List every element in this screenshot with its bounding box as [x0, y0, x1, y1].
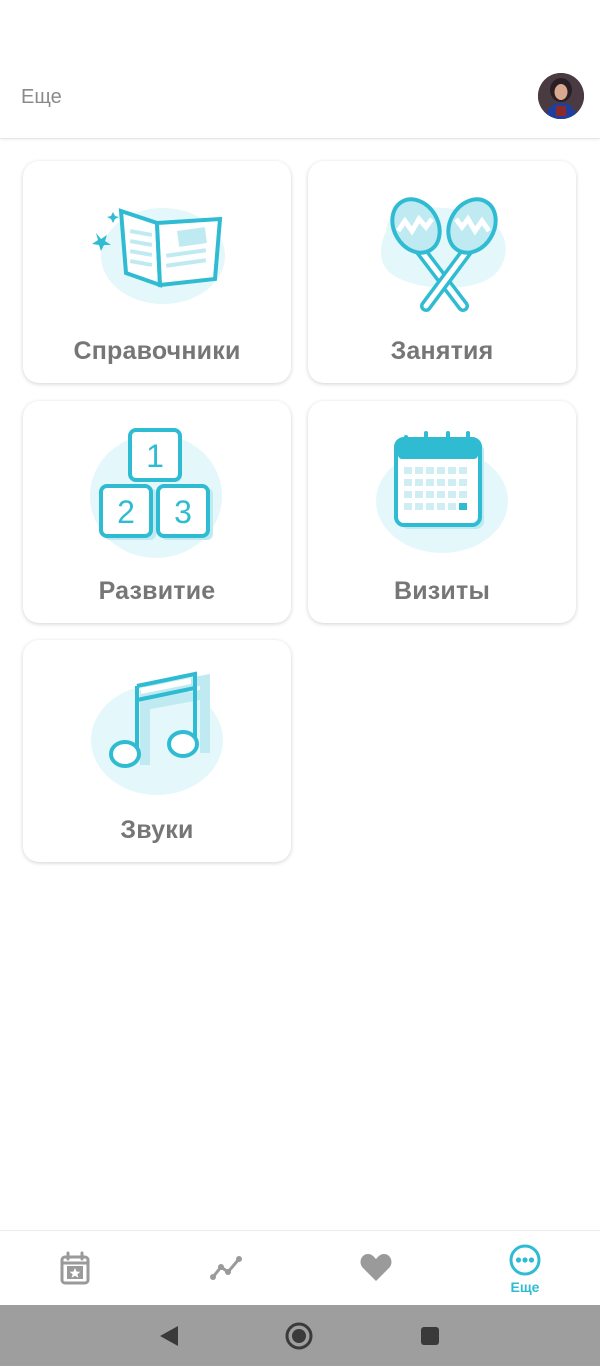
card-development[interactable]: 1 2 3 Развитие: [23, 401, 291, 623]
nav-label-more: Еще: [510, 1279, 540, 1295]
system-navigation-bar: [0, 1305, 600, 1366]
card-directories[interactable]: Справочники: [23, 161, 291, 383]
block-number-2: 2: [117, 494, 135, 530]
music-note-icon: [91, 671, 223, 795]
number-blocks-icon: 1 2 3: [90, 428, 222, 558]
nav-item-more[interactable]: Еще: [450, 1231, 600, 1306]
nav-item-calendar[interactable]: [0, 1231, 150, 1306]
top-app-bar: Еще: [0, 0, 600, 139]
card-visits[interactable]: Визиты: [308, 401, 576, 623]
nav-item-favorites[interactable]: [300, 1231, 450, 1306]
home-icon[interactable]: [284, 1321, 314, 1351]
card-label: Занятия: [390, 337, 494, 365]
card-activities[interactable]: Занятия: [308, 161, 576, 383]
book-icon: [92, 208, 225, 304]
calendar-icon: [376, 431, 508, 553]
recents-icon[interactable]: [415, 1321, 445, 1351]
card-label: Справочники: [73, 337, 241, 365]
heart-icon: [360, 1254, 392, 1281]
calendar-star-icon: [60, 1251, 90, 1285]
card-label: Визиты: [393, 577, 490, 605]
avatar[interactable]: [538, 73, 584, 119]
chart-line-icon: [210, 1256, 242, 1280]
card-label: Развитие: [98, 577, 216, 605]
maracas-icon: [380, 197, 506, 312]
app-screen: Еще Справочники Занятия 1 2 3 Развитие В…: [0, 0, 600, 1366]
card-sounds[interactable]: Звуки: [23, 640, 291, 862]
card-label: Звуки: [120, 816, 194, 844]
page-title: Еще: [21, 86, 62, 108]
back-icon[interactable]: [154, 1321, 184, 1351]
bottom-navigation: Еще: [0, 1230, 600, 1306]
nav-item-charts[interactable]: [150, 1231, 300, 1306]
block-number-1: 1: [146, 438, 164, 474]
block-number-3: 3: [174, 494, 192, 530]
more-dots-icon: [509, 1244, 541, 1276]
